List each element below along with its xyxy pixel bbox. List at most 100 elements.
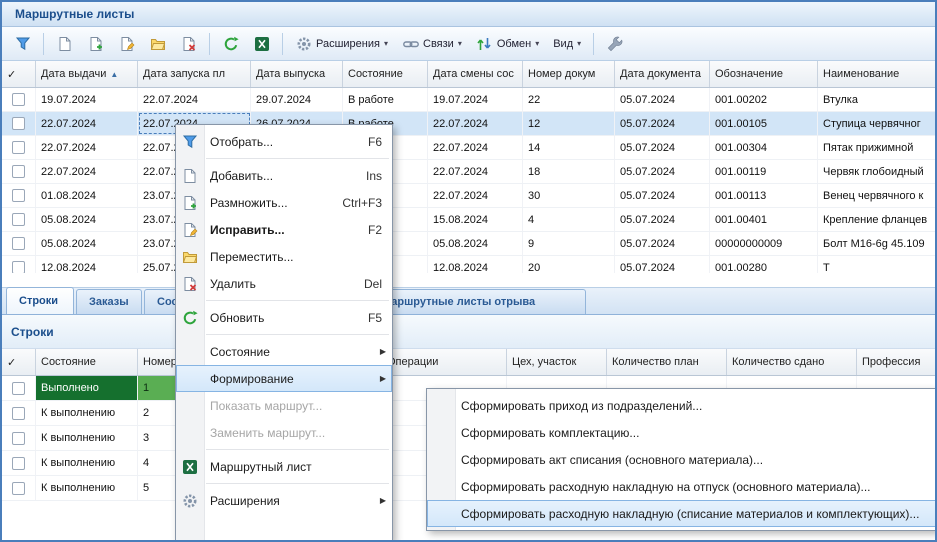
checkbox[interactable] xyxy=(12,165,25,178)
checkbox[interactable] xyxy=(12,93,25,106)
context-menu-item[interactable]: Переместить... xyxy=(176,243,392,270)
context-menu-item[interactable]: Состояние▶ xyxy=(176,338,392,365)
toolbar-edit-button[interactable] xyxy=(112,31,141,57)
column-header[interactable]: Обозначение xyxy=(710,61,818,87)
toolbar-links-button[interactable]: Связи▾ xyxy=(396,31,468,57)
column-header[interactable]: Количество план xyxy=(607,349,727,375)
column-header[interactable]: ✓ xyxy=(2,61,36,87)
submenu-item[interactable]: Сформировать акт списания (основного мат… xyxy=(427,446,936,473)
table-cell: Втулка xyxy=(818,88,935,111)
checkbox[interactable] xyxy=(12,117,25,130)
column-header[interactable]: ✓ xyxy=(2,349,36,375)
row-checkbox-cell[interactable] xyxy=(2,426,36,450)
toolbar-delete-button[interactable] xyxy=(174,31,203,57)
row-checkbox-cell[interactable] xyxy=(2,136,36,159)
table-row[interactable]: 19.07.202422.07.202429.07.2024В работе19… xyxy=(2,88,935,112)
row-checkbox-cell[interactable] xyxy=(2,256,36,273)
column-header[interactable]: Состояние xyxy=(36,349,138,375)
table-cell: 001.00280 xyxy=(710,256,818,273)
table-cell: Болт М16-6g 45.109 xyxy=(818,232,935,255)
column-header[interactable]: Дата смены сос xyxy=(428,61,523,87)
column-header-label: Количество план xyxy=(612,356,699,368)
window: Маршрутные листы Расширения▾Связи▾Обмен▾… xyxy=(0,0,937,542)
checkbox[interactable] xyxy=(12,482,25,495)
column-header[interactable]: Дата выпуска xyxy=(251,61,343,87)
row-checkbox-cell[interactable] xyxy=(2,112,36,135)
row-checkbox-cell[interactable] xyxy=(2,208,36,231)
table-row[interactable]: 22.07.202422.07.202426.07.2024В работе22… xyxy=(2,112,935,136)
context-menu-item[interactable]: Исправить...F2 xyxy=(176,216,392,243)
column-header[interactable]: Состояние xyxy=(343,61,428,87)
submenu-item[interactable]: Сформировать комплектацию... xyxy=(427,419,936,446)
row-checkbox-cell[interactable] xyxy=(2,476,36,500)
toolbar-separator xyxy=(593,33,594,55)
toolbar-settings-button[interactable] xyxy=(600,31,629,57)
checkbox[interactable] xyxy=(12,382,25,395)
column-header[interactable]: Наименование xyxy=(818,61,937,87)
context-menu-item[interactable]: Добавить...Ins xyxy=(176,162,392,189)
toolbar-move-button[interactable] xyxy=(143,31,172,57)
checkbox[interactable] xyxy=(12,141,25,154)
table-row[interactable]: 22.07.202422.07.202422.07.20241805.07.20… xyxy=(2,160,935,184)
context-menu-item[interactable]: ОбновитьF5 xyxy=(176,304,392,331)
submenu-item[interactable]: Сформировать расходную накладную (списан… xyxy=(427,500,936,527)
checkbox[interactable] xyxy=(12,237,25,250)
column-header[interactable]: Дата выдачи▲ xyxy=(36,61,138,87)
context-menu-item[interactable]: Отобрать...F6 xyxy=(176,128,392,155)
context-menu-item[interactable]: Расширения▶ xyxy=(176,487,392,514)
menu-item-label: Отобрать... xyxy=(210,135,273,149)
checkbox[interactable] xyxy=(12,432,25,445)
tab-2[interactable]: Заказы xyxy=(76,289,142,314)
toolbar-filter-button[interactable] xyxy=(8,31,37,57)
context-menu-item[interactable]: Размножить...Ctrl+F3 xyxy=(176,189,392,216)
context-menu-item[interactable]: Маршрутный лист xyxy=(176,453,392,480)
row-checkbox-cell[interactable] xyxy=(2,376,36,400)
table-row[interactable]: 01.08.202423.07.202422.07.20243005.07.20… xyxy=(2,184,935,208)
toolbar-excel-button[interactable] xyxy=(247,31,276,57)
table-row[interactable]: 12.08.202425.07.202412.08.20242005.07.20… xyxy=(2,256,935,273)
tab-1[interactable]: Строки xyxy=(6,287,74,314)
table-cell: К выполнению xyxy=(36,426,138,450)
table-cell: 29.07.2024 xyxy=(251,88,343,111)
context-menu-item[interactable]: УдалитьDel xyxy=(176,270,392,297)
toolbar-add-button[interactable] xyxy=(50,31,79,57)
toolbar-exchange-button[interactable]: Обмен▾ xyxy=(470,31,545,57)
submenu-item[interactable]: Сформировать приход из подразделений... xyxy=(427,392,936,419)
toolbar-extensions-button[interactable]: Расширения▾ xyxy=(289,31,394,57)
checkbox[interactable] xyxy=(12,457,25,470)
table-row[interactable]: 05.08.202423.07.202415.08.2024405.07.202… xyxy=(2,208,935,232)
row-checkbox-cell[interactable] xyxy=(2,88,36,111)
column-header-label: ✓ xyxy=(7,356,16,369)
row-checkbox-cell[interactable] xyxy=(2,184,36,207)
checkbox[interactable] xyxy=(12,261,25,273)
checkbox[interactable] xyxy=(12,189,25,202)
row-checkbox-cell[interactable] xyxy=(2,160,36,183)
table-row[interactable]: 22.07.202422.07.202422.07.20241405.07.20… xyxy=(2,136,935,160)
table-cell: 05.07.2024 xyxy=(615,232,710,255)
toolbar-duplicate-button[interactable] xyxy=(81,31,110,57)
checkbox[interactable] xyxy=(12,213,25,226)
column-header[interactable]: Дата документа xyxy=(615,61,710,87)
toolbar-view-button[interactable]: Вид▾ xyxy=(547,31,587,57)
table-row[interactable]: 05.08.202423.07.202405.08.2024905.07.202… xyxy=(2,232,935,256)
column-header[interactable]: Цех, участок xyxy=(507,349,607,375)
table-cell: 4 xyxy=(523,208,615,231)
folder-icon xyxy=(181,248,198,265)
context-menu-item[interactable]: Формирование▶ xyxy=(176,365,392,392)
column-header[interactable]: Номер докум xyxy=(523,61,615,87)
menu-separator xyxy=(206,158,389,159)
column-header-label: Состояние xyxy=(348,68,403,80)
column-header[interactable]: Количество сдано xyxy=(727,349,857,375)
column-header[interactable]: Профессия xyxy=(857,349,937,375)
column-header[interactable]: Операции xyxy=(382,349,507,375)
menu-item-label: Заменить маршрут... xyxy=(210,426,325,440)
submenu-item[interactable]: Сформировать расходную накладную на отпу… xyxy=(427,473,936,500)
toolbar-refresh-button[interactable] xyxy=(216,31,245,57)
table-cell: Червяк глобоидный xyxy=(818,160,935,183)
row-checkbox-cell[interactable] xyxy=(2,401,36,425)
row-checkbox-cell[interactable] xyxy=(2,451,36,475)
tab-4[interactable]: Маршрутные листы отрыва xyxy=(369,289,586,314)
column-header[interactable]: Дата запуска пл xyxy=(138,61,251,87)
row-checkbox-cell[interactable] xyxy=(2,232,36,255)
checkbox[interactable] xyxy=(12,407,25,420)
